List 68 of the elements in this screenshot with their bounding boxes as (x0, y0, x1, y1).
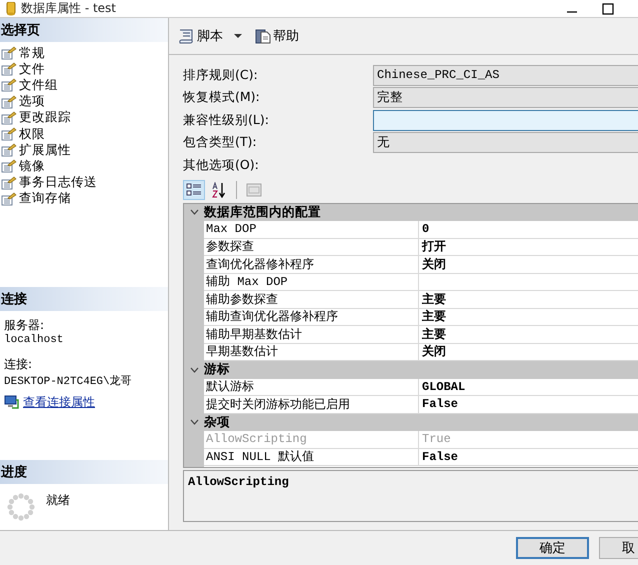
category-header: 数据库范围内的配置 (204, 204, 321, 221)
maximize-icon[interactable] (602, 2, 614, 14)
page-item[interactable]: 文件 (19, 60, 45, 78)
input-field[interactable] (373, 110, 638, 131)
collapse-chevron-icon[interactable] (190, 419, 198, 426)
help-book-icon (255, 28, 271, 44)
database-icon (6, 2, 16, 16)
sort-az-arrow-icon (211, 182, 227, 198)
page-item[interactable]: 查询存储 (19, 190, 71, 208)
property-name[interactable]: 参数探查 (204, 238, 419, 256)
connection-name: DESKTOP-N2TC4EG\龙哥 (4, 374, 133, 388)
ok-button[interactable]: 确定 (516, 537, 589, 559)
progress-status: 就绪 (46, 492, 70, 509)
field-label: 排序规则(C): (183, 66, 259, 84)
input-field[interactable]: 完整 (373, 87, 638, 108)
categorized-button[interactable] (183, 180, 205, 200)
caret-icon[interactable] (233, 33, 243, 39)
property-name[interactable]: Max DOP (204, 221, 419, 238)
property-name[interactable]: 辅助查询优化器修补程序 (204, 308, 419, 326)
page-item[interactable]: 事务日志传送 (19, 174, 97, 192)
section-header: 选择页 (0, 18, 168, 42)
collapse-chevron-icon[interactable] (190, 366, 198, 373)
category-header: 游标 (204, 361, 230, 378)
server-label: 服务器: (4, 316, 46, 334)
cancel-button[interactable]: 取 (599, 537, 638, 559)
field-label: 兼容性级别(L): (183, 112, 270, 129)
description-panel: AllowScripting (183, 470, 638, 522)
input-field[interactable]: Chinese_PRC_CI_AS (373, 64, 638, 86)
page-item[interactable]: 权限 (19, 126, 45, 143)
spinner-icon (6, 492, 36, 522)
input-field[interactable]: 无 (373, 132, 638, 154)
property-name[interactable]: 默认游标 (204, 378, 419, 396)
property-page-icon (246, 182, 262, 196)
property-value[interactable]: 0 (419, 221, 638, 238)
category-header: 杂项 (204, 414, 230, 431)
property-value[interactable]: 主要 (419, 326, 638, 344)
field-label: 其他选项(O): (183, 156, 260, 174)
page-item[interactable]: 扩展属性 (19, 142, 71, 159)
property-value[interactable]: GLOBAL (419, 378, 638, 396)
section-header: 连接 (0, 286, 168, 311)
property-value[interactable]: 打开 (419, 238, 638, 256)
property-name[interactable]: 查询优化器修补程序 (204, 256, 419, 274)
script-button[interactable]: 脚本 (175, 27, 225, 45)
help-button[interactable]: 帮助 (253, 27, 301, 45)
page-item[interactable]: 选项 (19, 93, 45, 110)
scroll-icon (177, 28, 195, 44)
page-item[interactable]: 镜像 (19, 158, 45, 175)
property-name[interactable]: 辅助参数探查 (204, 291, 419, 308)
field-label: 包含类型(T): (183, 134, 258, 152)
property-name[interactable]: 辅助早期基数估计 (204, 326, 419, 344)
field-label: 恢复模式(M): (183, 89, 261, 106)
property-value[interactable]: 主要 (419, 291, 638, 308)
page-item[interactable]: 常规 (19, 44, 45, 62)
property-value[interactable]: 主要 (419, 308, 638, 326)
property-name[interactable]: ANSI NULL 默认值 (204, 448, 419, 466)
categorized-list-icon (186, 182, 202, 196)
property-name[interactable]: 辅助 Max DOP (204, 274, 419, 291)
computer-icon (4, 395, 19, 410)
connection-properties-link[interactable]: 查看连接属性 (23, 394, 95, 411)
page-item[interactable]: 更改跟踪 (19, 109, 71, 126)
property-value[interactable]: 关闭 (419, 256, 638, 274)
server-name: localhost (4, 334, 64, 346)
property-value[interactable]: False (419, 448, 638, 466)
page-item[interactable]: 文件组 (19, 76, 58, 94)
collapse-chevron-icon[interactable] (190, 209, 198, 216)
connection-label: 连接: (4, 356, 34, 373)
window-title: 数据库属性 - test (21, 1, 116, 16)
section-header: 进度 (0, 460, 168, 484)
